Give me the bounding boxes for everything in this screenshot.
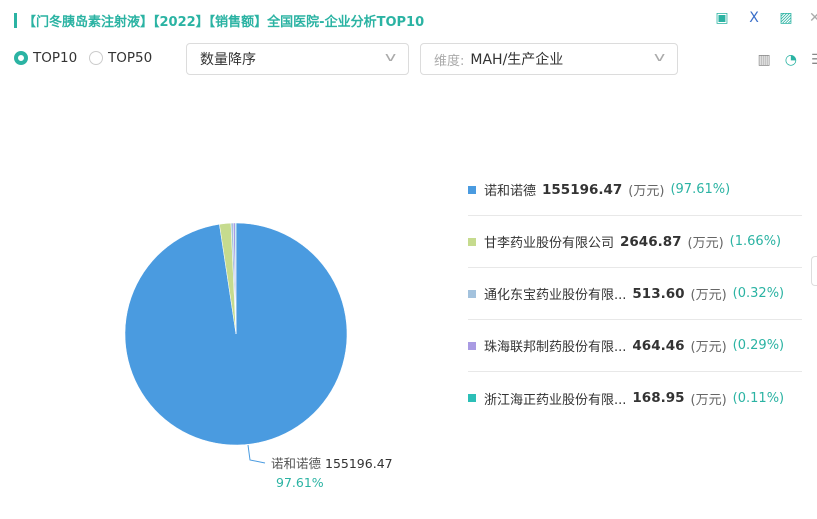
pie-label-percent: 97.61% xyxy=(276,475,324,490)
legend-percent: (97.61%) xyxy=(670,182,731,197)
legend-value: 168.95 xyxy=(632,390,685,406)
legend-name: 诺和诺德 xyxy=(484,184,537,199)
legend-swatch xyxy=(468,289,476,298)
legend-percent: (0.11%) xyxy=(732,390,785,406)
legend-value: 155196.47 xyxy=(542,181,623,198)
legend-item[interactable]: 珠海联邦制药股份有限... 464.46 (万元) (0.29%) xyxy=(468,320,802,372)
legend-value: 2646.87 xyxy=(620,233,682,250)
legend-unit: (万元) xyxy=(690,392,727,408)
legend-item[interactable]: 甘李药业股份有限公司 2646.87 (万元) (1.66%) xyxy=(468,216,802,268)
legend-percent: (0.32%) xyxy=(732,286,785,301)
legend-name: 浙江海正药业股份有限... xyxy=(484,392,627,408)
legend-name: 通化东宝药业股份有限... xyxy=(484,288,627,303)
legend: 诺和诺德 155196.47 (万元) (97.61%) 甘李药业股份有限公司 2646.… xyxy=(468,164,802,424)
legend-item[interactable]: 通化东宝药业股份有限... 513.60 (万元) (0.32%) xyxy=(468,268,802,320)
legend-swatch xyxy=(468,394,476,402)
legend-name: 甘李药业股份有限公司 xyxy=(484,236,615,251)
legend-item[interactable]: 诺和诺德 155196.47 (万元) (97.61%) xyxy=(468,164,802,216)
label-leader-line xyxy=(247,444,266,464)
legend-swatch xyxy=(468,237,476,246)
legend-swatch xyxy=(468,341,476,350)
legend-unit: (万元) xyxy=(687,236,724,251)
pie-label-name: 诺和诺德 155196.47 xyxy=(271,456,393,471)
legend-percent: (0.29%) xyxy=(732,338,785,353)
legend-value: 464.46 xyxy=(632,337,685,354)
legend-value: 513.60 xyxy=(632,285,685,302)
legend-name: 珠海联邦制药股份有限... xyxy=(484,340,627,355)
legend-unit: (万元) xyxy=(628,184,665,199)
legend-unit: (万元) xyxy=(690,288,727,303)
legend-item[interactable]: 浙江海正药业股份有限... 168.95 (万元) (0.11%) xyxy=(468,372,802,424)
side-handle[interactable] xyxy=(811,256,817,286)
legend-swatch xyxy=(468,185,476,194)
legend-unit: (万元) xyxy=(690,340,727,355)
legend-percent: (1.66%) xyxy=(729,234,782,249)
